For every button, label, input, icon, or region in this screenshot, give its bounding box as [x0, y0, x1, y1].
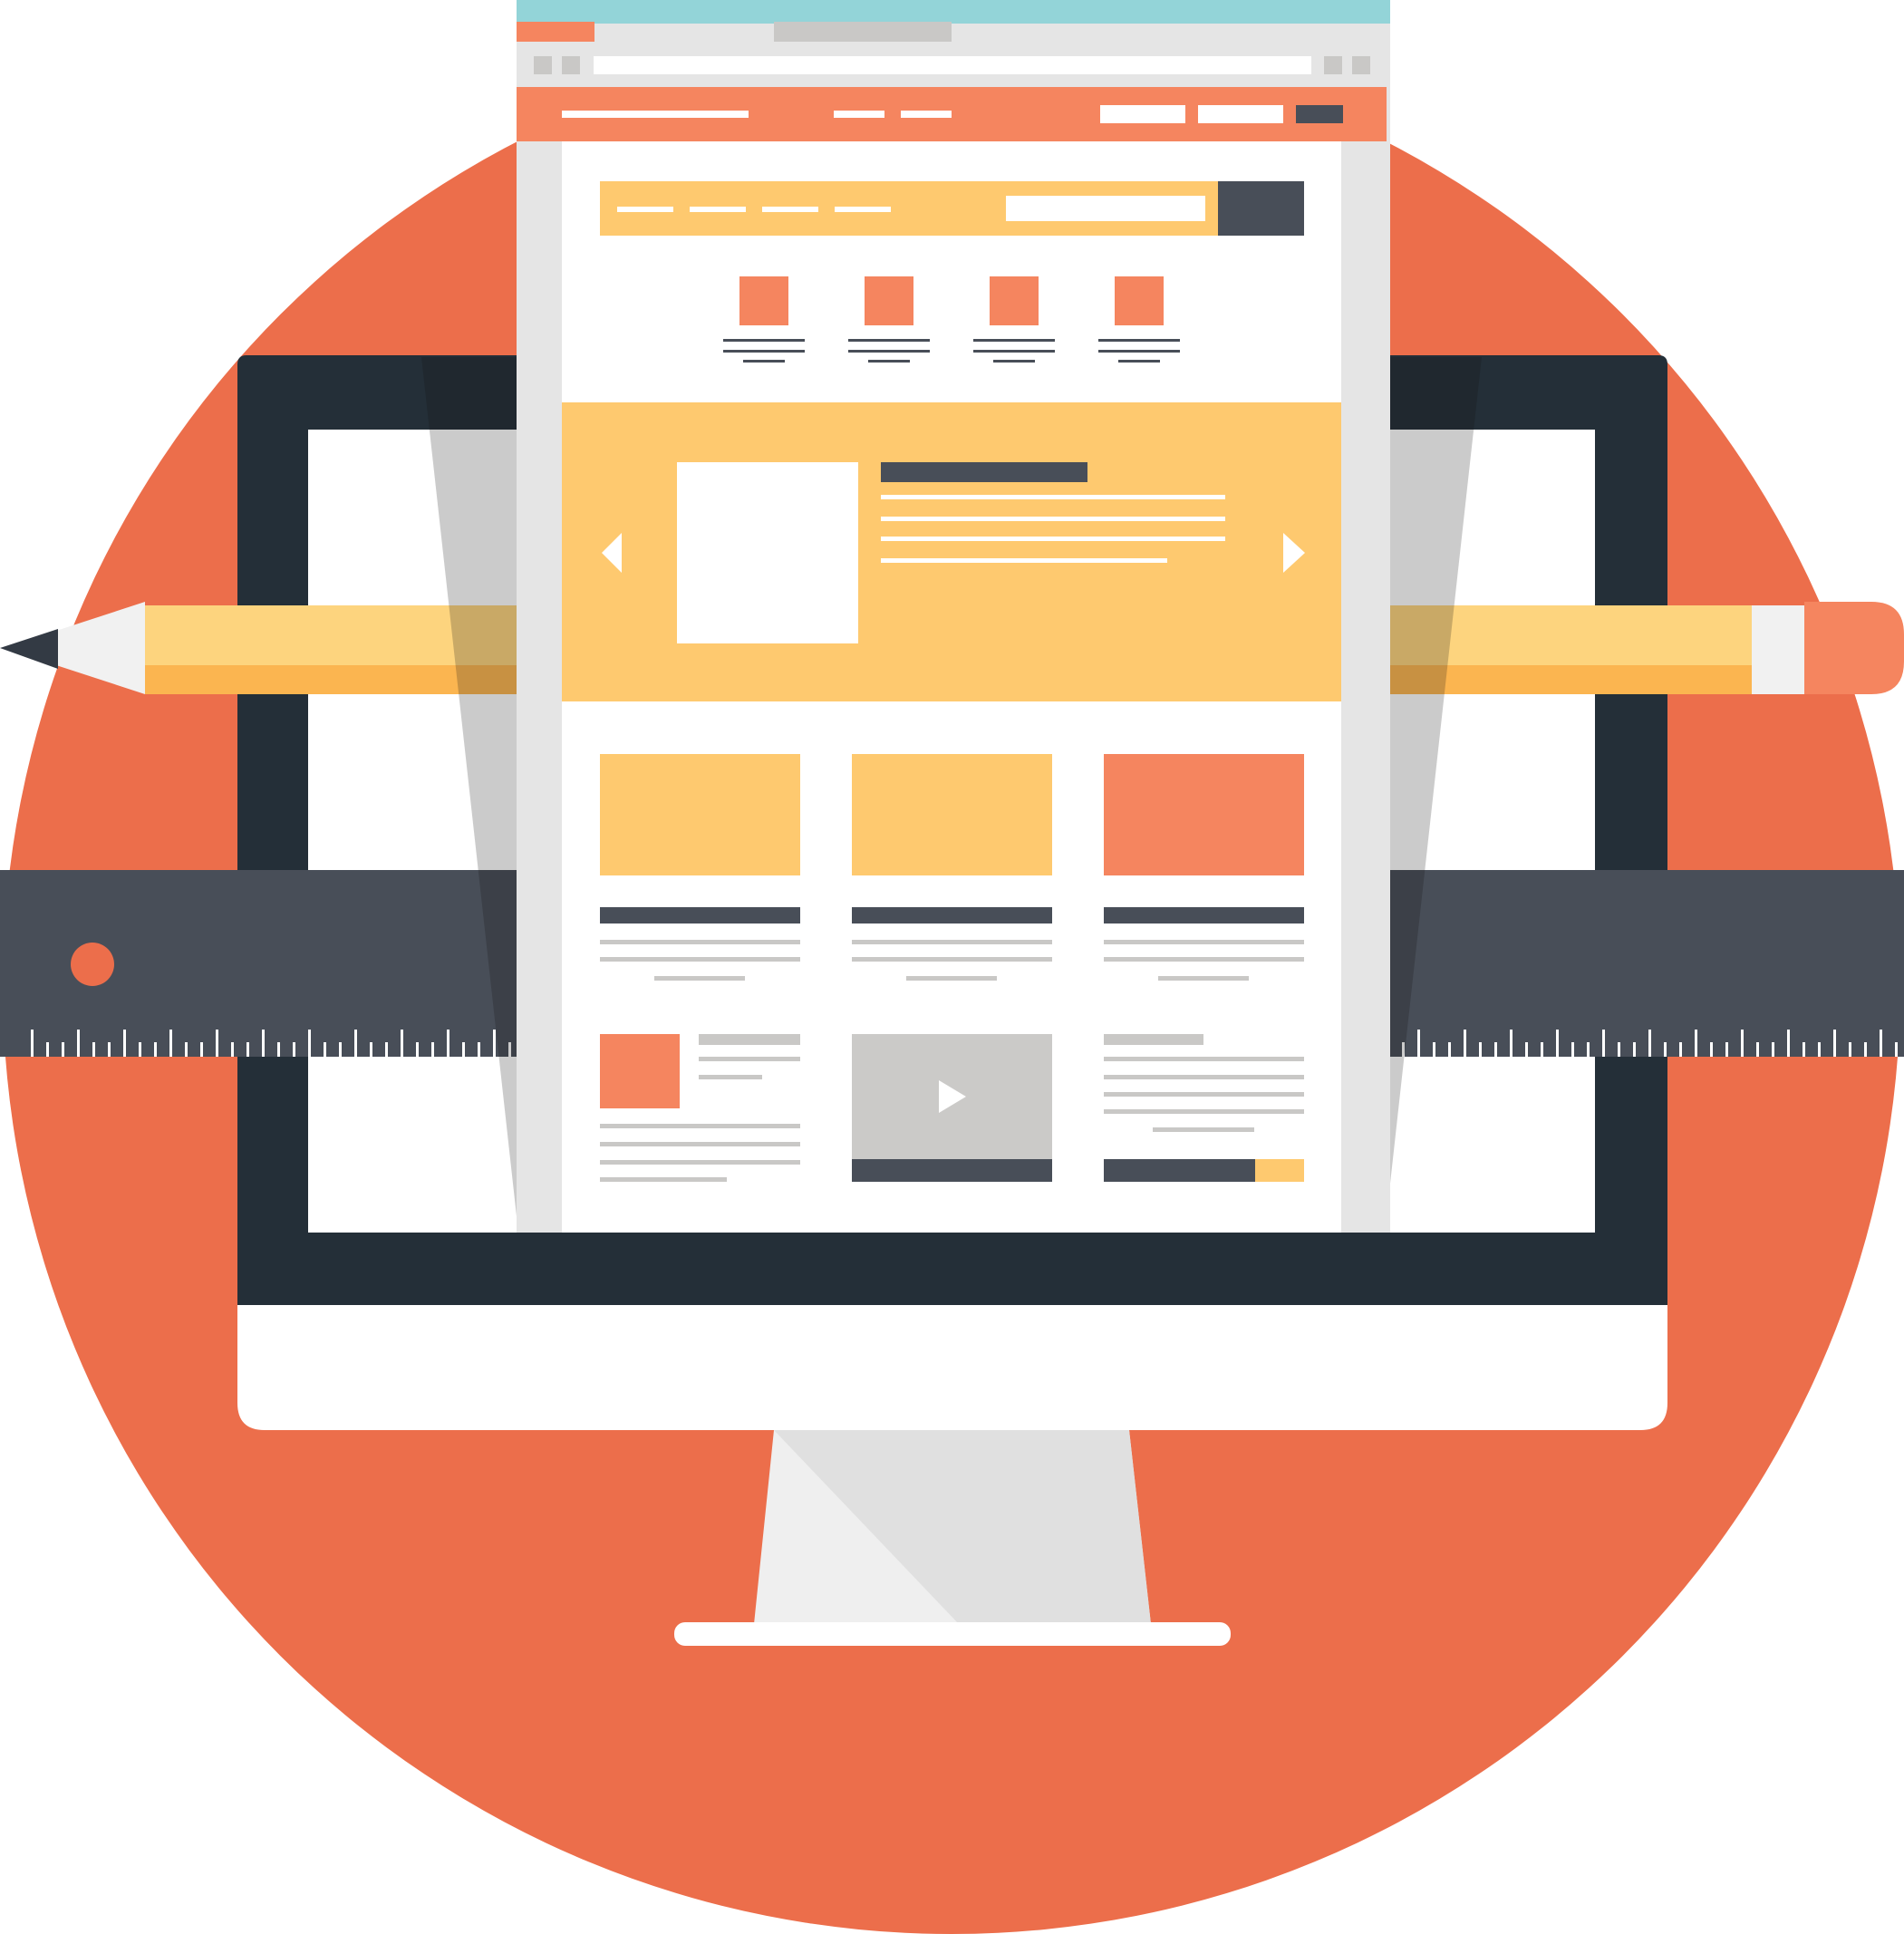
- ruler-tick: [1849, 1042, 1851, 1057]
- ruler-tick: [1648, 1030, 1651, 1057]
- ruler-tick: [401, 1030, 403, 1057]
- nav-link-placeholder: [901, 111, 952, 118]
- search-field-placeholder: [1006, 196, 1205, 221]
- hero-heading-placeholder: [881, 462, 1087, 482]
- video-player: [852, 1034, 1052, 1182]
- ruler-tick: [1602, 1030, 1605, 1057]
- progress-bar-accent: [1255, 1159, 1304, 1182]
- ruler-tick: [1417, 1030, 1420, 1057]
- ruler-tick: [277, 1042, 280, 1057]
- ruler-tick: [1787, 1030, 1790, 1057]
- pencil-eraser: [1804, 602, 1904, 694]
- ruler-tick: [1433, 1042, 1435, 1057]
- ruler-tick: [231, 1042, 234, 1057]
- ruler-tick: [493, 1030, 496, 1057]
- ruler-tick: [200, 1042, 203, 1057]
- browser-top-bar: [517, 0, 1390, 24]
- browser-tab-active: [517, 22, 594, 42]
- menu-item-placeholder: [617, 207, 673, 212]
- website-wireframe: [517, 0, 1390, 1233]
- ruler-tick: [108, 1042, 111, 1057]
- ruler-tick: [123, 1030, 126, 1057]
- ruler-tick: [62, 1042, 64, 1057]
- search-button-placeholder: [1218, 181, 1304, 236]
- ruler-tick: [46, 1042, 49, 1057]
- ruler-tick: [1818, 1042, 1821, 1057]
- browser-tab-inactive: [774, 22, 952, 42]
- ruler-tick: [308, 1030, 311, 1057]
- ruler-tick: [1541, 1042, 1543, 1057]
- ruler-tick: [1695, 1030, 1697, 1057]
- ruler-tick: [139, 1042, 141, 1057]
- ruler-tick: [1679, 1042, 1682, 1057]
- ruler-tick: [1741, 1030, 1744, 1057]
- menu-item-placeholder: [690, 207, 746, 212]
- ruler-tick: [1664, 1042, 1667, 1057]
- ruler-tick: [478, 1042, 480, 1057]
- ruler-tick: [1448, 1042, 1451, 1057]
- nav-button-placeholder: [1100, 105, 1185, 123]
- ruler-tick: [1756, 1042, 1759, 1057]
- monitor-chin: [237, 1296, 1667, 1430]
- pencil-lead: [0, 629, 58, 669]
- nav-button-dark: [1296, 105, 1343, 123]
- ruler-tick: [1494, 1042, 1497, 1057]
- browser-window-control: [1324, 56, 1342, 74]
- nav-button-placeholder: [1198, 105, 1283, 123]
- ruler-tick: [1833, 1030, 1836, 1057]
- ruler-tick: [1510, 1030, 1513, 1057]
- ruler-tick: [185, 1042, 188, 1057]
- ruler-tick: [370, 1042, 372, 1057]
- ruler-tick: [1710, 1042, 1713, 1057]
- pencil-ferrule: [1752, 605, 1804, 694]
- ruler-tick: [324, 1042, 326, 1057]
- ruler-tick: [1772, 1042, 1774, 1057]
- nav-link-placeholder: [834, 111, 884, 118]
- browser-window-control: [1352, 56, 1370, 74]
- ruler-tick: [92, 1042, 95, 1057]
- ruler-tick: [447, 1030, 449, 1057]
- browser-window-control: [534, 56, 552, 74]
- video-controls-bar: [852, 1159, 1052, 1182]
- ruler-tick: [31, 1030, 34, 1057]
- ruler-tick: [462, 1042, 465, 1057]
- ruler-tick: [1864, 1042, 1867, 1057]
- ruler-tick: [1571, 1042, 1574, 1057]
- ruler-tick: [262, 1030, 265, 1057]
- menu-item-placeholder: [762, 207, 818, 212]
- website-design-illustration: [0, 0, 1904, 1934]
- ruler-tick: [385, 1042, 388, 1057]
- ruler-tick: [339, 1042, 342, 1057]
- hero-slider: [562, 402, 1341, 701]
- ruler-tick: [1525, 1042, 1528, 1057]
- browser-address-bar: [594, 56, 1311, 74]
- ruler-tick: [431, 1042, 434, 1057]
- ruler-tick: [1464, 1030, 1466, 1057]
- site-logo-placeholder: [562, 111, 749, 118]
- ruler-tick: [1633, 1042, 1636, 1057]
- ruler-tick: [216, 1030, 218, 1057]
- ruler-tick: [1556, 1030, 1559, 1057]
- ruler-tick: [1587, 1042, 1590, 1057]
- ruler-tick: [169, 1030, 172, 1057]
- ruler-tick: [154, 1042, 157, 1057]
- ruler-tick: [1880, 1030, 1882, 1057]
- ruler-tick: [354, 1030, 357, 1057]
- menu-item-placeholder: [835, 207, 891, 212]
- monitor-stand-base: [674, 1622, 1231, 1646]
- browser-window-control: [562, 56, 580, 74]
- ruler-tick: [1479, 1042, 1482, 1057]
- ruler-tick: [293, 1042, 295, 1057]
- ruler-tick: [416, 1042, 419, 1057]
- ruler-tick: [1725, 1042, 1728, 1057]
- hero-image-placeholder: [677, 462, 858, 643]
- ruler-tick: [1803, 1042, 1805, 1057]
- ruler-hole: [71, 943, 114, 986]
- ruler-tick: [246, 1042, 249, 1057]
- ruler-tick: [1618, 1042, 1620, 1057]
- ruler-tick: [77, 1030, 80, 1057]
- ruler-tick: [1895, 1042, 1898, 1057]
